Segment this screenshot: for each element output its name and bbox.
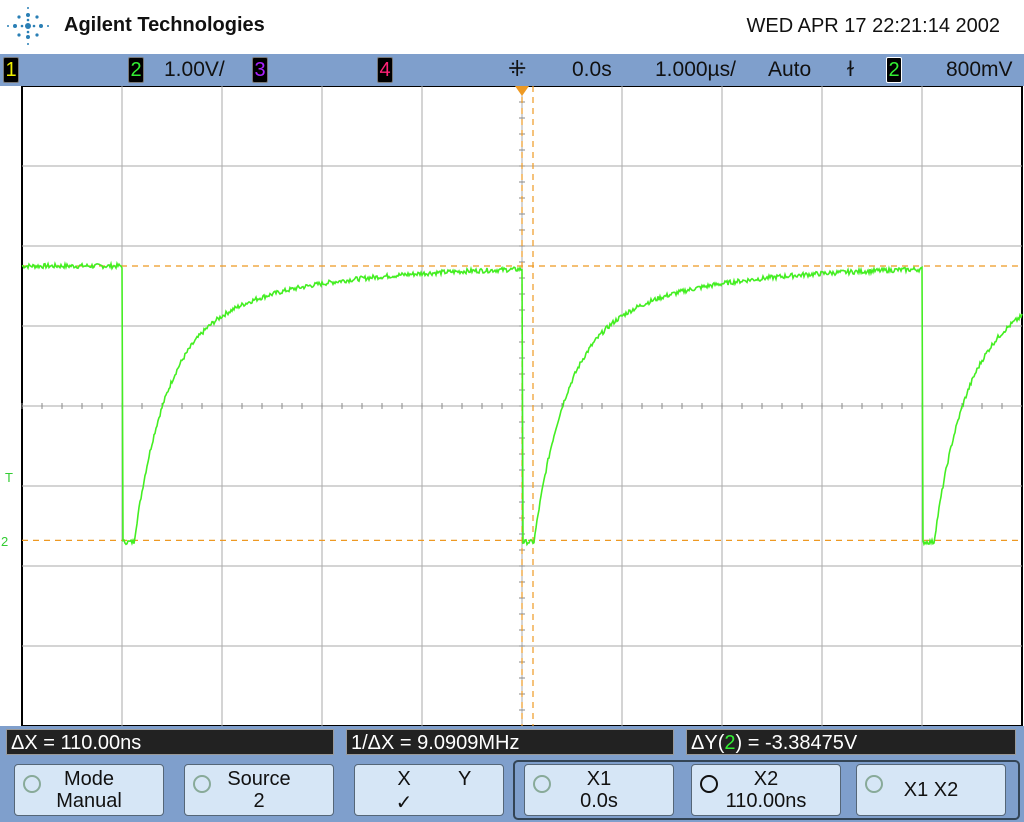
x1-x2-softkey[interactable]: X1 X2 bbox=[856, 764, 1006, 816]
channel-2-indicator[interactable]: 2 bbox=[128, 57, 144, 83]
softkey-label: X1 bbox=[586, 768, 612, 790]
checkmark-icon: ✓ bbox=[395, 792, 413, 814]
channel-4-indicator[interactable]: 4 bbox=[377, 57, 393, 83]
softkey-label: X1 X2 bbox=[903, 779, 959, 801]
status-bar: 1 2 1.00V/ 3 4 ⁜ 0.0s 1.000µs/ Auto ɫ 2 … bbox=[0, 54, 1024, 86]
x1-softkey[interactable]: X1 0.0s bbox=[524, 764, 674, 816]
falling-edge-icon: ɫ bbox=[847, 58, 854, 81]
delay-value: 0.0s bbox=[572, 58, 612, 81]
date-time: WED APR 17 22:21:14 2002 bbox=[746, 15, 1001, 37]
x2-softkey[interactable]: X2 110.00ns bbox=[691, 764, 841, 816]
trigger-source: 2 bbox=[886, 57, 902, 83]
xy-softkey[interactable]: X Y ✓ bbox=[354, 764, 504, 816]
waveform-display: T 2 bbox=[1, 86, 1023, 726]
agilent-logo-icon bbox=[7, 7, 49, 45]
trigger-level: 800mV bbox=[946, 58, 1013, 81]
delta-x-readout: ΔX = 110.00ns bbox=[6, 729, 334, 755]
dy-channel: 2 bbox=[724, 732, 736, 754]
trigger-mode: Auto bbox=[768, 58, 812, 81]
header: Agilent Technologies WED APR 17 22:21:14… bbox=[0, 0, 1024, 52]
dy-value: ) = -3.38475V bbox=[735, 732, 858, 754]
softkey-label: X2 bbox=[753, 768, 779, 790]
trigger-level-marker[interactable]: T bbox=[5, 470, 13, 485]
channel-1-indicator[interactable]: 1 bbox=[3, 57, 19, 83]
channel-2-ground-marker[interactable]: 2 bbox=[1, 534, 8, 549]
channel-3-indicator[interactable]: 3 bbox=[252, 57, 268, 83]
run-status-icon: ⁜ bbox=[508, 56, 527, 81]
softkey-label: Mode bbox=[63, 768, 115, 790]
softkey-panel: ΔX = 110.00ns 1/ΔX = 9.0909MHz ΔY(2) = -… bbox=[0, 726, 1024, 822]
channel-2-scale: 1.00V/ bbox=[164, 58, 225, 81]
dy-prefix: ΔY( bbox=[691, 732, 725, 754]
mode-softkey[interactable]: Mode Manual bbox=[14, 764, 164, 816]
inverse-delta-x-readout: 1/ΔX = 9.0909MHz bbox=[346, 729, 674, 755]
softkey-value: Manual bbox=[56, 790, 122, 812]
softkey-value: 110.00ns bbox=[725, 790, 807, 812]
softkey-value: 0.0s bbox=[580, 790, 618, 812]
delta-y-readout: ΔY(2) = -3.38475V bbox=[686, 729, 1016, 755]
timebase-value: 1.000µs/ bbox=[655, 58, 736, 81]
brand-name: Agilent Technologies bbox=[64, 14, 265, 36]
y-option: Y bbox=[458, 768, 472, 790]
